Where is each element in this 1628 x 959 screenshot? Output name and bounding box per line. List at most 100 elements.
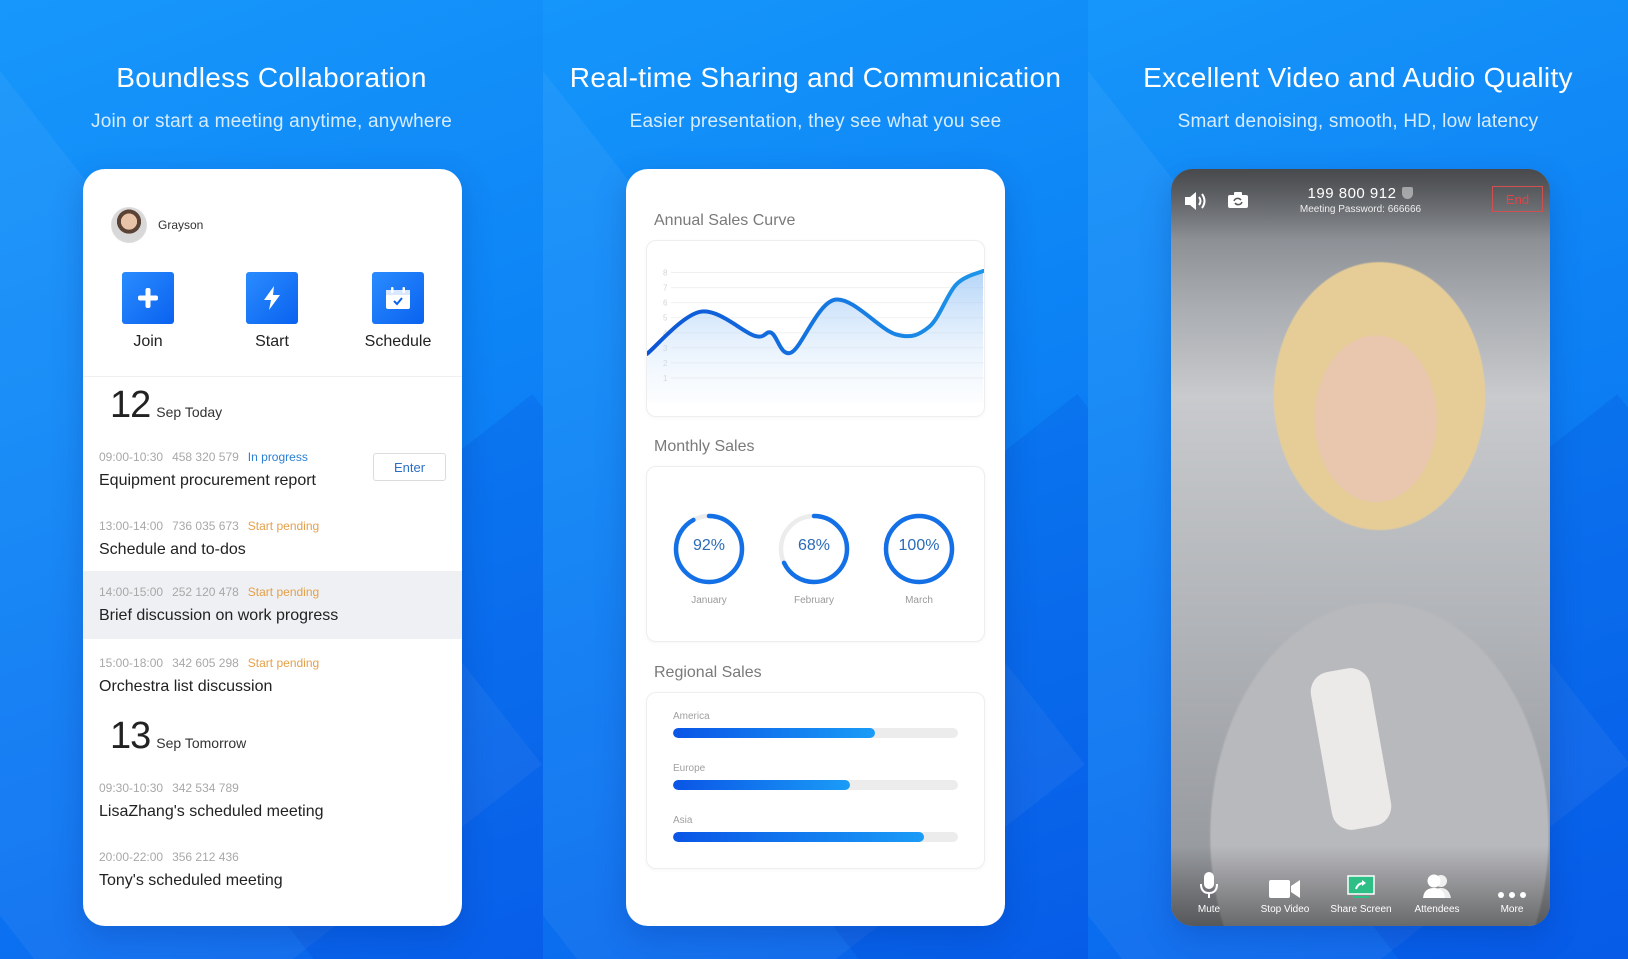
monthly-sales-title: Monthly Sales (654, 438, 755, 455)
regional-sales-bars: America Europe Asia (646, 692, 985, 869)
bar-label: America (673, 711, 710, 722)
meeting-id: 342 605 298 (172, 656, 239, 670)
y-tick-label: 8 (663, 269, 668, 278)
panel-subtitle: Easier presentation, they see what you s… (629, 111, 1002, 132)
lightning-icon (264, 286, 280, 310)
bar-track (673, 728, 958, 738)
meeting-time: 14:00-15:00 (99, 585, 164, 599)
area-fill (647, 271, 983, 403)
meeting-time: 15:00-18:00 (99, 656, 164, 670)
ring-february: 68% February (774, 511, 854, 606)
annual-sales-chart: 12345678 (645, 240, 985, 417)
day-label: Sep Tomorrow (156, 735, 247, 751)
regional-sales-title: Regional Sales (654, 664, 762, 681)
microphone-icon (1200, 872, 1218, 898)
meeting-status: Start pending (247, 519, 320, 533)
meeting-item[interactable]: 15:00-18:00 342 605 298 Start pending Orch… (83, 642, 462, 710)
meeting-item[interactable]: 14:00-15:00 252 120 478 Start pending Brie… (83, 571, 462, 639)
ring-march: 100% March (879, 511, 959, 606)
call-controls: Mute Stop Video Share Screen Attendees M… (1171, 846, 1550, 926)
monthly-sales-rings: 92% January 68% February 100% March (646, 466, 985, 642)
ring-value: 68% (797, 537, 831, 554)
stop-video-label: Stop Video (1260, 904, 1310, 915)
join-button[interactable]: Join (103, 272, 193, 351)
meeting-title: Schedule and to-dos (99, 541, 246, 558)
meeting-id: 736 035 673 (172, 519, 239, 533)
attendees-button[interactable]: Attendees (1399, 871, 1475, 915)
start-label: Start (255, 333, 289, 350)
ring-label: March (905, 595, 933, 606)
bar-fill (673, 728, 876, 738)
video-camera-icon (1269, 880, 1300, 898)
day-number: 13 (110, 715, 151, 757)
meeting-title: Orchestra list discussion (99, 678, 273, 695)
ring-label: January (691, 595, 727, 606)
y-tick-label: 5 (663, 314, 668, 323)
y-tick-label: 7 (663, 284, 668, 293)
meeting-number: 199 800 912 (1307, 185, 1397, 202)
meeting-item[interactable]: 09:00-10:30 458 320 579 In progress Equipm… (83, 436, 462, 504)
end-button[interactable]: End (1492, 186, 1543, 212)
password-label: Meeting Password: (1299, 204, 1385, 215)
meeting-id: 356 212 436 (172, 850, 239, 864)
share-screen-icon (1347, 875, 1375, 898)
meeting-time: 13:00-14:00 (99, 519, 164, 533)
password-value: 666666 (1387, 204, 1422, 215)
meeting-item[interactable]: 09:30-10:30 342 534 789 LisaZhang's sched… (83, 767, 462, 835)
meeting-time: 09:00-10:30 (99, 450, 164, 464)
day-number: 12 (110, 384, 151, 426)
mute-button[interactable]: Mute (1171, 871, 1247, 915)
bar-label: Asia (673, 815, 693, 826)
more-button[interactable]: More (1474, 871, 1550, 915)
video-call-screen: 199 800 912 Meeting Password: 666666 End… (1171, 169, 1550, 926)
meeting-title: Tony's scheduled meeting (99, 872, 283, 889)
meeting-status: Start pending (247, 656, 320, 670)
user-profile[interactable]: Grayson (111, 207, 203, 243)
meeting-id: 458 320 579 (172, 450, 239, 464)
meeting-id: 342 534 789 (172, 781, 239, 795)
ring-label: February (793, 595, 834, 606)
ring-value: 100% (898, 537, 940, 554)
annual-sales-title: Annual Sales Curve (654, 212, 796, 229)
join-label: Join (133, 333, 163, 350)
bar-track (673, 780, 958, 790)
more-label: More (1500, 904, 1524, 915)
divider (83, 376, 462, 377)
start-button[interactable]: Start (227, 272, 317, 351)
share-screen-button[interactable]: Share Screen (1323, 871, 1399, 915)
shield-icon (1402, 187, 1414, 199)
meeting-id: 252 120 478 (172, 585, 239, 599)
day-label: Sep Today (156, 404, 223, 420)
quick-actions: Join Start Schedule (83, 272, 462, 352)
meeting-item[interactable]: 20:00-22:00 356 212 436 Tony's scheduled … (83, 836, 462, 904)
schedule-button[interactable]: Schedule (353, 272, 443, 351)
share-screen-label: Share Screen (1330, 904, 1392, 915)
panel-subtitle: Join or start a meeting anytime, anywher… (91, 111, 452, 132)
plus-icon (138, 288, 158, 308)
bar-fill (673, 832, 924, 842)
attendees-icon (1423, 874, 1451, 898)
day-header: 12 Sep Today (110, 384, 222, 427)
mute-label: Mute (1197, 904, 1221, 915)
y-tick-label: 6 (663, 299, 668, 308)
ring-january: 92% January (669, 511, 749, 606)
meeting-title: Equipment procurement report (99, 472, 316, 489)
enter-button[interactable]: Enter (373, 453, 446, 481)
meeting-time: 20:00-22:00 (99, 850, 164, 864)
stop-video-button[interactable]: Stop Video (1247, 871, 1323, 915)
meeting-status: Start pending (247, 585, 320, 599)
bar-fill (673, 780, 850, 790)
bar-asia: Asia (673, 815, 958, 842)
line-chart-svg: 12345678 (645, 269, 985, 403)
panel-title: Excellent Video and Audio Quality (1143, 62, 1573, 93)
schedule-label: Schedule (364, 333, 432, 350)
meeting-item[interactable]: 13:00-14:00 736 035 673 Start pending Sche… (83, 505, 462, 573)
avatar[interactable] (111, 207, 147, 243)
meeting-status: In progress (247, 450, 308, 464)
attendees-label: Attendees (1414, 904, 1460, 915)
panel-title: Boundless Collaboration (116, 62, 427, 93)
home-screen: Grayson Join Start Schedule 12 Sep Today… (83, 169, 462, 926)
meeting-title: LisaZhang's scheduled meeting (99, 803, 324, 820)
bar-track (673, 832, 958, 842)
call-top-bar: 199 800 912 Meeting Password: 666666 End (1171, 169, 1550, 239)
